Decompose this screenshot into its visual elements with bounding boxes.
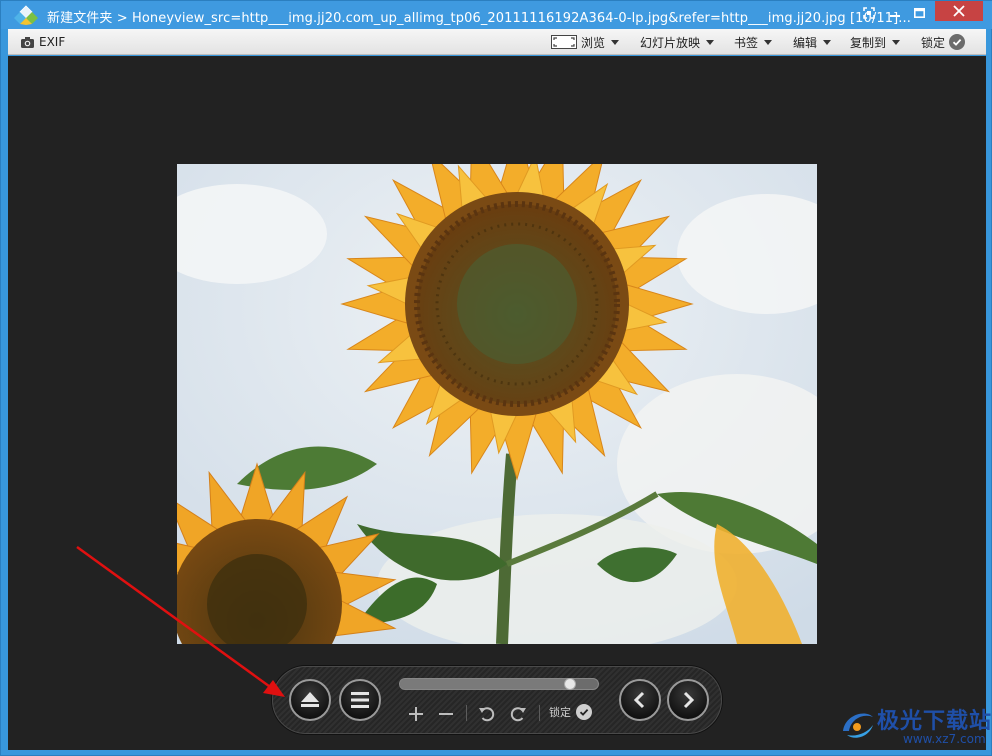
separator: [539, 705, 540, 721]
caret-down-icon: [706, 39, 715, 45]
menu-button[interactable]: [339, 679, 381, 721]
frame-icon: [551, 35, 577, 49]
watermark-logo-icon: [843, 713, 873, 738]
edit-menu[interactable]: 编辑: [793, 33, 832, 51]
rotate-left-button[interactable]: [476, 703, 498, 725]
eject-button[interactable]: [289, 679, 331, 721]
close-button[interactable]: [935, 1, 983, 21]
window-title: 新建文件夹 > Honeyview_src=http___img.jj20.co…: [47, 11, 911, 26]
zoom-out-button[interactable]: [435, 703, 457, 725]
maximize-button[interactable]: [907, 1, 931, 25]
bookmark-menu[interactable]: 书签: [734, 33, 773, 51]
fullscreen-icon: [863, 7, 875, 19]
rotate-left-icon: [479, 707, 495, 722]
caret-down-icon: [823, 39, 832, 45]
copy-to-label: 复制到: [850, 35, 887, 50]
sunflower-photo: [177, 164, 817, 644]
plus-icon: [409, 707, 423, 721]
minimize-icon: [890, 15, 900, 17]
minimize-button[interactable]: [883, 1, 907, 25]
rotate-right-icon: [510, 707, 526, 722]
exif-button[interactable]: EXIF: [20, 33, 65, 51]
camera-icon: [21, 36, 34, 48]
check-circle-icon: [949, 34, 966, 50]
caret-down-icon: [892, 39, 901, 45]
zoom-in-button[interactable]: [405, 703, 427, 725]
menu-icon: [351, 692, 369, 708]
next-image-button[interactable]: [667, 679, 709, 721]
watermark: 极光下载站 www.xz7.com: [837, 701, 991, 751]
caret-down-icon: [611, 39, 620, 45]
honeyview-window: 新建文件夹 > Honeyview_src=http___img.jj20.co…: [0, 0, 992, 756]
title-bar[interactable]: 新建文件夹 > Honeyview_src=http___img.jj20.co…: [1, 1, 992, 29]
fullscreen-button[interactable]: [857, 1, 881, 25]
edit-label: 编辑: [793, 35, 818, 50]
lock-toggle[interactable]: 锁定: [921, 33, 966, 51]
caret-down-icon: [764, 39, 773, 45]
copy-to-menu[interactable]: 复制到: [850, 33, 901, 51]
watermark-url: www.xz7.com: [903, 732, 986, 746]
eject-icon: [301, 692, 319, 707]
browse-label: 浏览: [581, 35, 606, 50]
lock-label: 锁定: [549, 706, 571, 719]
chevron-left-icon: [633, 691, 645, 709]
maximize-icon: [913, 8, 925, 18]
honeyview-logo-icon: [13, 5, 39, 25]
slideshow-menu[interactable]: 幻灯片放映: [640, 33, 715, 51]
close-icon: [953, 5, 965, 17]
watermark-title: 极光下载站: [877, 709, 992, 734]
slider-thumb[interactable]: [563, 678, 576, 690]
image-viewer[interactable]: 锁定: [8, 56, 986, 750]
toolbar: EXIF 浏览 幻灯片放映 书签 编辑 复制到 锁定: [8, 29, 986, 55]
lock-label: 锁定: [921, 35, 946, 50]
zoom-slider[interactable]: [399, 678, 599, 690]
exif-label: EXIF: [39, 35, 66, 49]
slideshow-label: 幻灯片放映: [640, 35, 701, 50]
control-bar: 锁定: [272, 666, 722, 734]
slider-fill: [400, 679, 570, 689]
minus-icon: [439, 713, 453, 715]
separator: [466, 705, 467, 721]
browse-menu[interactable]: 浏览: [551, 33, 620, 51]
previous-image-button[interactable]: [619, 679, 661, 721]
check-circle-icon: [576, 704, 592, 720]
rotate-right-button[interactable]: [507, 703, 529, 725]
lock-toggle[interactable]: 锁定: [549, 704, 592, 720]
bookmark-label: 书签: [734, 35, 759, 50]
chevron-right-icon: [683, 691, 695, 709]
